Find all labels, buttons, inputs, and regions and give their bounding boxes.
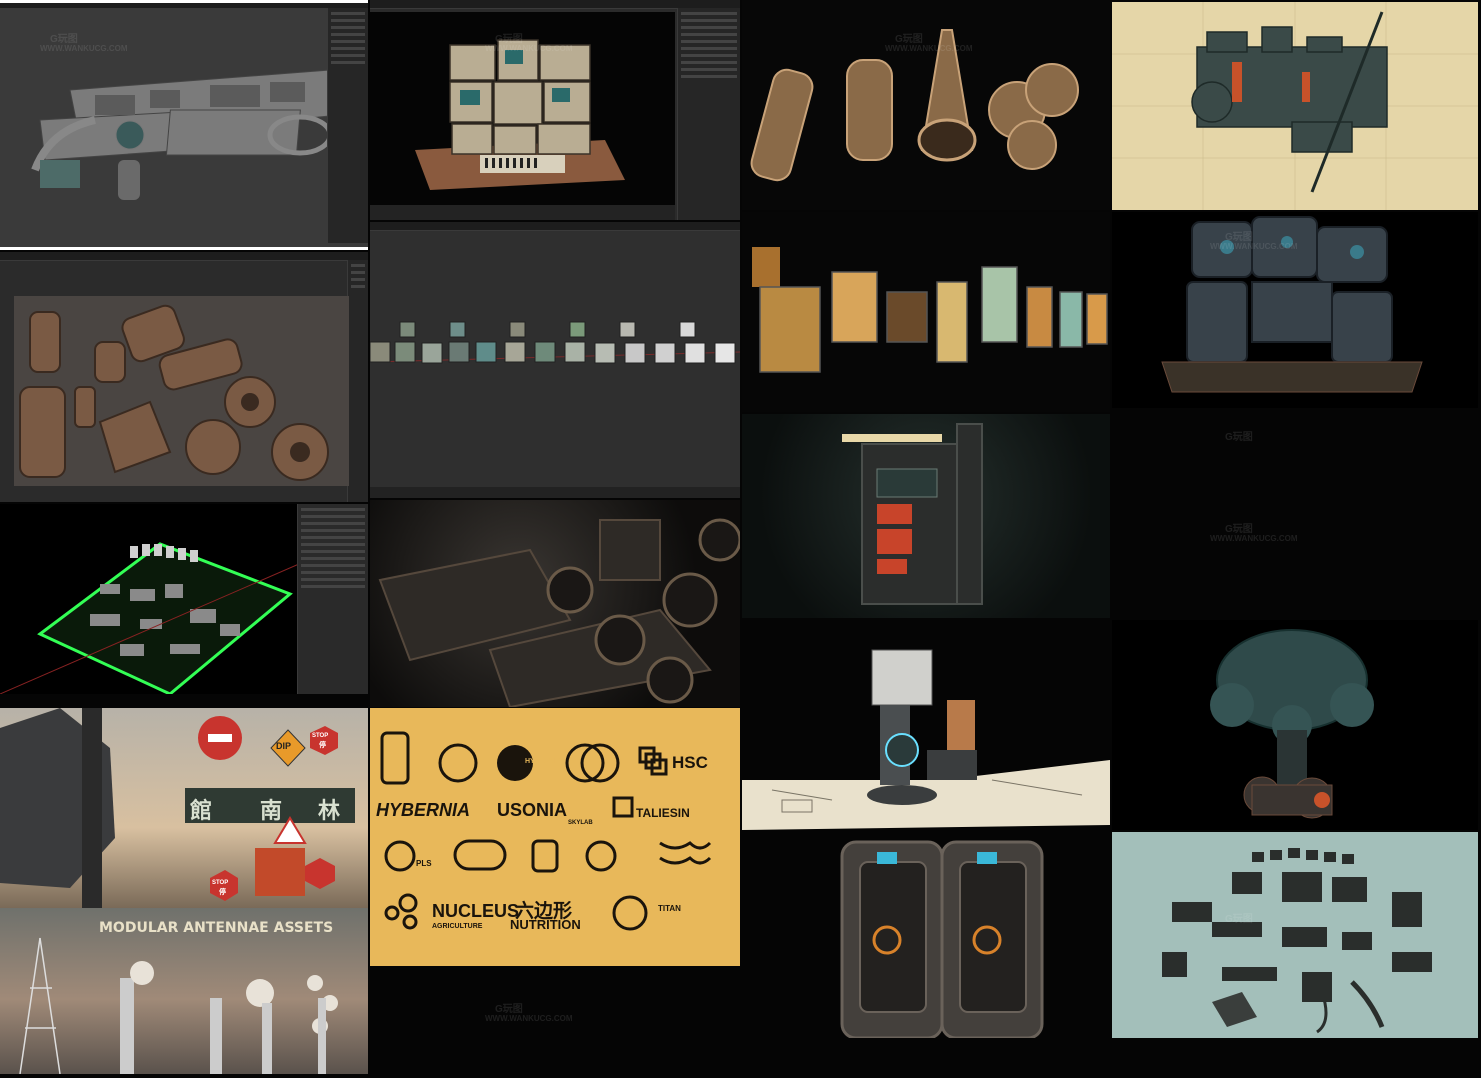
- watermark-site: WWW.WANKUCG.COM: [885, 44, 973, 53]
- tile-blender-retro-electronics: [370, 0, 740, 220]
- tile-mech-chair: [742, 620, 1110, 830]
- white-border: [0, 0, 368, 3]
- tile-rocket-engines: [742, 0, 1110, 210]
- watermark-logo: G玩图: [1225, 232, 1253, 243]
- watermark-logo: G玩图: [1225, 914, 1253, 925]
- tile-arcade-machine: [742, 414, 1110, 618]
- tile-exploded-parts: [1112, 832, 1478, 1038]
- logo-agriculture: AGRICULTURE: [432, 923, 483, 930]
- tile-antennae: MODULAR ANTENNAE ASSETS: [0, 908, 368, 1074]
- dark-mechanical-illustration: [378, 518, 740, 707]
- sign-stop-top-cn: 停: [319, 742, 326, 749]
- sign-stop-bottom: STOP: [212, 880, 229, 886]
- tile-logo-sheet: HYBERNIA HSC HYBERNIA USONIA SKYLAB TALI…: [370, 708, 740, 966]
- logo-taliesin: TALIESIN: [636, 806, 690, 820]
- logo-hybernia-small: HYBERNIA: [525, 758, 562, 765]
- mech-chair-illustration: [742, 649, 1110, 830]
- mushroom-tree-illustration: [1210, 629, 1374, 819]
- logo-hsc: HSC: [672, 753, 708, 772]
- tile-scifi-doors: [742, 832, 1110, 1038]
- white-border: [0, 247, 368, 250]
- watermark-site: WWW.WANKUCG.COM: [485, 44, 573, 53]
- watermark-site: WWW.WANKUCG.COM: [40, 44, 128, 53]
- logo-usonia: USONIA: [497, 800, 568, 820]
- tile-screens-posters: [742, 212, 1110, 412]
- antennae-title: MODULAR ANTENNAE ASSETS: [99, 920, 334, 936]
- material-cubes-illustration: [370, 321, 740, 498]
- sign-stop-top: STOP: [312, 733, 329, 739]
- properties-panel[interactable]: [327, 8, 368, 243]
- sign-cn-3: 林: [318, 798, 341, 823]
- logo-pls: PLS: [416, 859, 432, 868]
- exploded-parts-illustration: [1162, 848, 1432, 1034]
- sign-cn-2: 南: [260, 798, 283, 823]
- logo-titan: TITAN: [658, 904, 681, 913]
- sign-cn-1: 館: [190, 798, 213, 823]
- logo-nutrition: NUTRITION: [510, 917, 581, 932]
- tile-blender-rusty-parts: [0, 252, 368, 502]
- properties-panel[interactable]: [677, 8, 740, 220]
- watermark-logo: G玩图: [1225, 524, 1253, 535]
- spaceship-illustration: [1112, 2, 1478, 210]
- arcade-machine-illustration: [842, 423, 983, 605]
- tile-blender-green-grid: [0, 504, 368, 694]
- screens-posters-illustration: [752, 247, 1108, 373]
- scifi-doors-illustration: [840, 840, 1044, 1038]
- watermark-logo: G玩图: [895, 34, 923, 45]
- sign-stop-bottom-cn: 停: [219, 889, 226, 896]
- tile-blender-material-cubes: [370, 222, 740, 498]
- watermark-logo: G玩图: [1225, 432, 1253, 443]
- tile-street-signs: DIP STOP 停 館 南 林 STOP 停: [0, 708, 368, 908]
- tile-mushroom-tree: [1112, 620, 1478, 830]
- tile-dark-mechanical: [370, 500, 740, 707]
- sign-dip: DIP: [276, 741, 292, 751]
- logo-nucleus: NUCLEUS: [432, 901, 520, 921]
- properties-panel[interactable]: [297, 504, 368, 694]
- watermark-logo: G玩图: [50, 34, 78, 45]
- watermark-site: WWW.WANKUCG.COM: [485, 1014, 573, 1023]
- logo-skylab: SKYLAB: [568, 820, 593, 826]
- watermark-logo: G玩图: [495, 34, 523, 45]
- rocket-engines-illustration: [750, 29, 1079, 182]
- watermark-site: WWW.WANKUCG.COM: [1210, 534, 1298, 543]
- tile-spaceship-blueprint: [1112, 2, 1478, 210]
- rusty-parts-illustration: [14, 296, 349, 486]
- watermark-site: WWW.WANKUCG.COM: [1210, 242, 1298, 251]
- logo-hybernia: HYBERNIA: [376, 800, 471, 820]
- watermark-logo: G玩图: [495, 1004, 523, 1015]
